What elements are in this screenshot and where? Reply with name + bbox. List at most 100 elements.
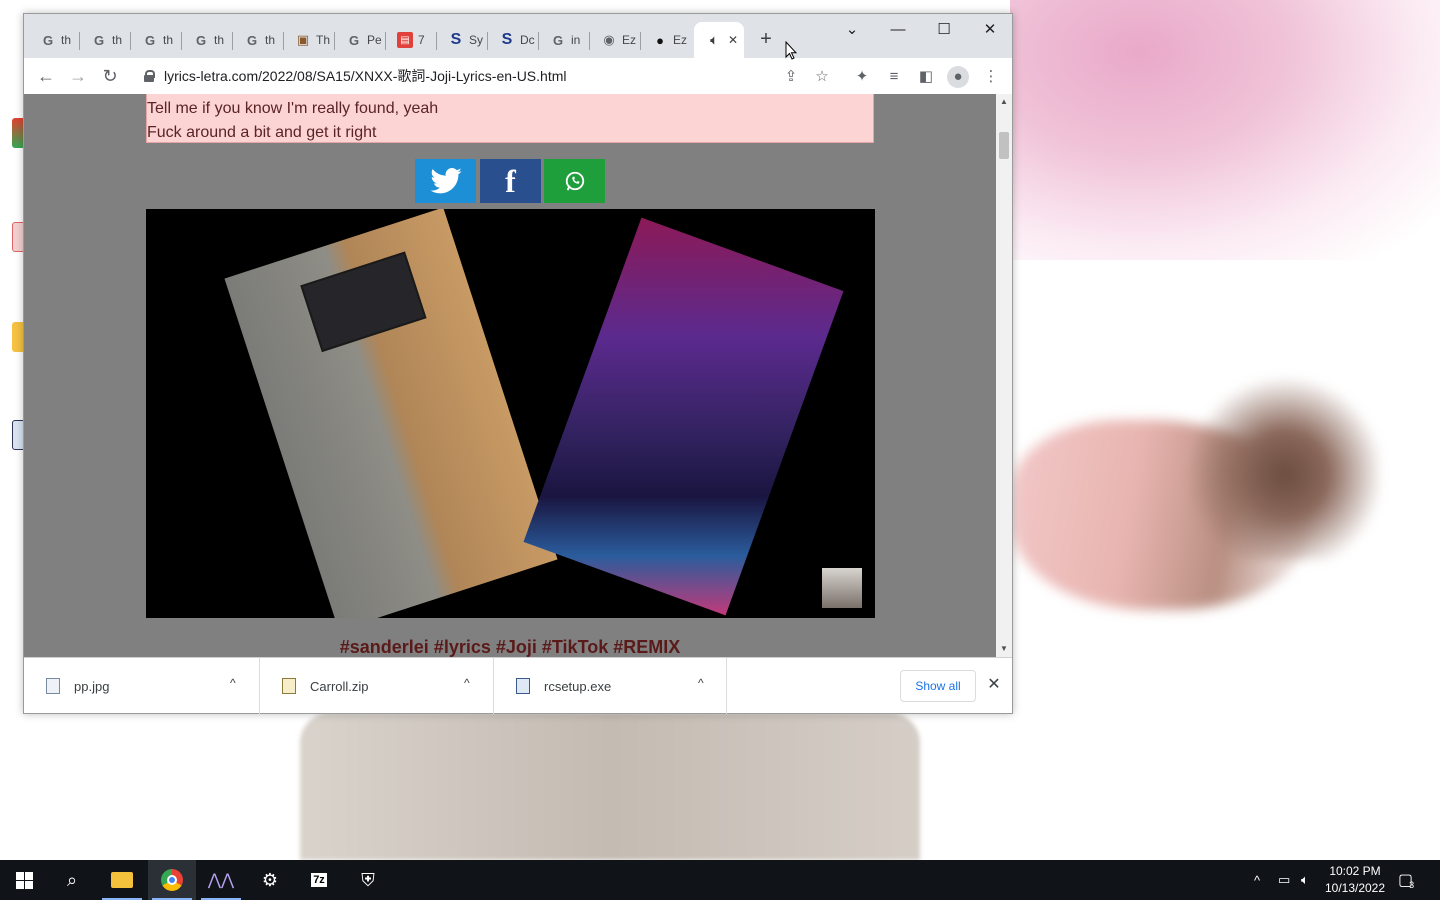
google-icon: G: [144, 32, 156, 48]
google-icon: G: [348, 32, 360, 48]
wallpaper-hand: [1190, 370, 1380, 560]
back-button[interactable]: ←: [33, 64, 59, 90]
tab-11[interactable]: Gin: [542, 24, 590, 56]
s-logo-icon: S: [501, 31, 513, 48]
facebook-f-icon: f: [505, 162, 516, 199]
chevron-up-icon[interactable]: ^: [698, 676, 704, 690]
share-icon[interactable]: ⇪: [780, 66, 802, 88]
app-taskbar-icon[interactable]: ⋀⋀: [197, 860, 245, 900]
download-item[interactable]: rcsetup.exe ^: [494, 658, 727, 714]
image-file-icon: [46, 678, 60, 694]
download-filename: rcsetup.exe: [544, 678, 612, 694]
tab-3[interactable]: Gth: [134, 24, 182, 56]
tab-1[interactable]: Gth: [32, 24, 80, 56]
browser-toolbar: ← → ↻ lyrics-letra.com/2022/08/SA15/XNXX…: [24, 58, 1012, 94]
google-icon: G: [246, 32, 258, 48]
close-window-button[interactable]: ✕: [970, 18, 1010, 44]
wallpaper-pink-area: [1010, 0, 1440, 260]
tab-4[interactable]: Gth: [185, 24, 233, 56]
minimize-button[interactable]: —: [878, 18, 918, 44]
google-icon: G: [552, 32, 564, 48]
menu-kebab-icon[interactable]: ⋮: [980, 66, 1002, 88]
scrollbar-thumb[interactable]: [999, 132, 1009, 159]
windows-logo-icon: [15, 871, 33, 889]
settings-gear-icon[interactable]: ⚙: [246, 860, 294, 900]
exe-file-icon: [516, 678, 530, 694]
chevron-up-icon[interactable]: ^: [464, 676, 470, 690]
7zip-icon[interactable]: 7z: [295, 860, 343, 900]
scroll-down-arrow[interactable]: ▼: [996, 641, 1012, 657]
lyric-line: Tell me if you know I'm really found, ye…: [147, 100, 439, 117]
windows-taskbar: ⌕ ⋀⋀ ⚙ 7z ⛨ ^ ▭ 🔈︎ 10:02 PM 10/13/2022 ▢…: [0, 860, 1440, 900]
whatsapp-share-button[interactable]: [544, 159, 605, 203]
chrome-window: Gth Gth Gth Gth Gth ▣ Th G Pe ▤ 7 S Sy S Dc G…: [23, 13, 1013, 714]
forward-button[interactable]: →: [65, 64, 91, 90]
download-filename: pp.jpg: [74, 678, 110, 694]
twitter-bird-icon: [429, 168, 462, 194]
video-player[interactable]: [146, 209, 875, 618]
network-icon[interactable]: ▭: [1278, 860, 1290, 900]
globe-icon: ◉: [603, 32, 615, 47]
tab-5[interactable]: Gth: [236, 24, 284, 56]
url-text: lyrics-letra.com/2022/08/SA15/XNXX-歌詞-Jo…: [164, 68, 567, 84]
lock-icon[interactable]: [144, 70, 155, 82]
google-icon: G: [93, 32, 105, 48]
new-tab-button[interactable]: +: [754, 28, 778, 52]
tab-8[interactable]: ▤ 7: [389, 24, 437, 56]
twitter-share-button[interactable]: [415, 159, 476, 203]
bookmark-star-icon[interactable]: ☆: [811, 66, 833, 88]
lyrics-box: Tell me if you know I'm really found, ye…: [146, 94, 874, 143]
scroll-up-arrow[interactable]: ▲: [996, 94, 1012, 110]
speaker-icon[interactable]: 🔈︎: [706, 32, 722, 48]
tab-12[interactable]: ◉ Ez: [593, 24, 641, 56]
tab-active[interactable]: 🔈︎ ✕: [694, 22, 744, 58]
tab-search-button[interactable]: ⌄: [832, 18, 872, 44]
chevron-up-icon[interactable]: ^: [230, 676, 236, 690]
google-icon: G: [195, 32, 207, 48]
profile-avatar-icon[interactable]: ●: [947, 66, 969, 88]
tab-2[interactable]: Gth: [83, 24, 131, 56]
wallpaper-torso: [300, 713, 920, 860]
side-panel-icon[interactable]: ◧: [915, 66, 937, 88]
start-button[interactable]: [0, 860, 48, 900]
video-thumbnail[interactable]: [822, 568, 862, 608]
lyric-line: Fuck around a bit and get it right: [147, 124, 377, 141]
tab-10[interactable]: S Dc: [491, 24, 539, 56]
clock-date: 10/13/2022: [1324, 881, 1386, 895]
zip-file-icon: [282, 678, 296, 694]
file-explorer-icon[interactable]: [98, 860, 146, 900]
extensions-puzzle-icon[interactable]: ✦: [851, 66, 873, 88]
chrome-taskbar-icon[interactable]: [148, 860, 196, 900]
reload-button[interactable]: ↻: [97, 64, 123, 90]
close-shelf-icon[interactable]: ✕: [984, 674, 1004, 696]
show-all-button[interactable]: Show all: [900, 670, 976, 702]
s-logo-icon: S: [450, 31, 462, 48]
address-bar[interactable]: lyrics-letra.com/2022/08/SA15/XNXX-歌詞-Jo…: [132, 60, 832, 92]
system-clock[interactable]: 10:02 PM 10/13/2022: [1322, 863, 1388, 897]
notification-center-icon[interactable]: ▢ 3: [1398, 860, 1414, 900]
clock-time: 10:02 PM: [1329, 864, 1381, 878]
tab-strip: Gth Gth Gth Gth Gth ▣ Th G Pe ▤ 7 S Sy S Dc G…: [24, 14, 1012, 58]
github-icon: ●: [656, 32, 664, 48]
facebook-share-button[interactable]: f: [480, 159, 541, 203]
google-icon: G: [42, 32, 54, 48]
vertical-scrollbar[interactable]: ▲ ▼: [996, 94, 1012, 657]
security-shield-icon[interactable]: ⛨: [344, 860, 392, 900]
download-item[interactable]: pp.jpg ^: [24, 658, 260, 714]
download-item[interactable]: Carroll.zip ^: [260, 658, 494, 714]
tray-chevron-up-icon[interactable]: ^: [1254, 860, 1260, 900]
tab-7[interactable]: G Pe: [338, 24, 386, 56]
tab-9[interactable]: S Sy: [440, 24, 488, 56]
media-control-icon[interactable]: ≡: [883, 66, 905, 88]
tab-6[interactable]: ▣ Th: [287, 24, 335, 56]
maximize-button[interactable]: ☐: [924, 18, 964, 44]
package-icon: ▣: [296, 32, 310, 47]
volume-icon[interactable]: 🔈︎: [1301, 860, 1309, 900]
notification-count: 3: [1409, 880, 1415, 890]
tab-13[interactable]: ● Ez: [644, 24, 692, 56]
tab-close-icon[interactable]: ✕: [728, 33, 738, 47]
search-icon[interactable]: ⌕: [48, 860, 96, 900]
page-content: Tell me if you know I'm really found, ye…: [24, 94, 996, 657]
mouse-cursor-icon: [785, 41, 797, 60]
video-frame-tv: [300, 251, 427, 353]
